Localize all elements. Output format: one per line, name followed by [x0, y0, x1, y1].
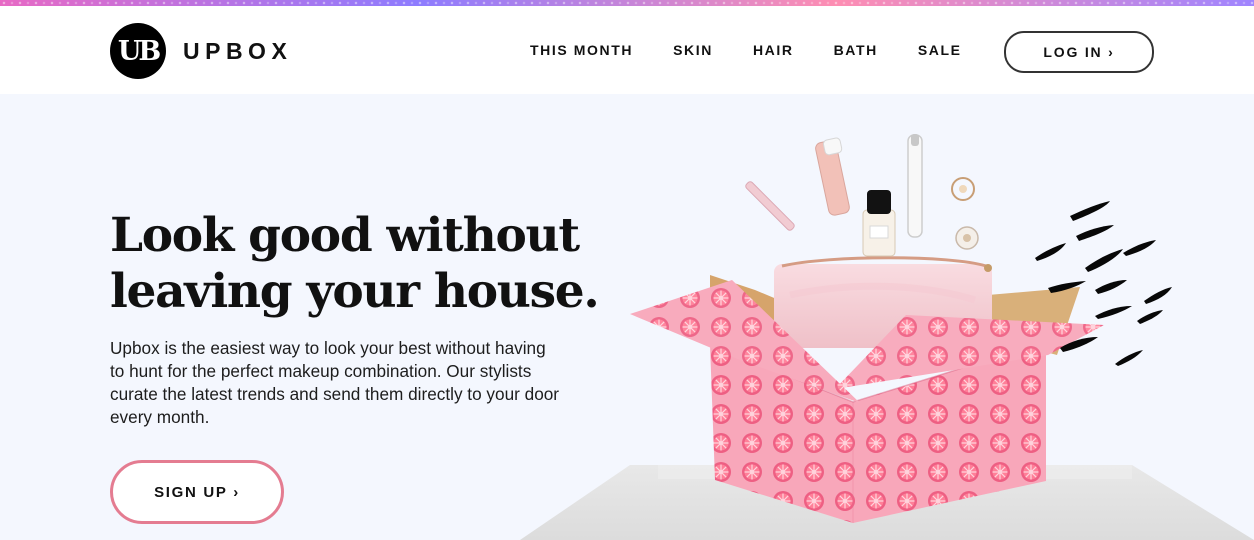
site-header: UB UPBOX THIS MONTH SKIN HAIR BATH SALE …	[0, 6, 1254, 94]
nav-bath[interactable]: BATH	[834, 42, 878, 58]
hero-description: Upbox is the easiest way to look your be…	[110, 338, 560, 427]
site-logo-link[interactable]: UB UPBOX	[110, 23, 292, 79]
nav-skin[interactable]: SKIN	[673, 42, 713, 58]
main-navigation: THIS MONTH SKIN HAIR BATH SALE	[530, 42, 962, 58]
floating-beauty-products	[745, 134, 979, 257]
tweezer-product	[745, 181, 795, 231]
logo-mark-icon: UB	[110, 23, 166, 79]
nav-this-month[interactable]: THIS MONTH	[530, 42, 633, 58]
login-button[interactable]: LOG IN ›	[1004, 31, 1154, 73]
nav-sale[interactable]: SALE	[918, 42, 962, 58]
brand-name: UPBOX	[183, 37, 293, 64]
signup-button[interactable]: SIGN UP ›	[110, 460, 284, 524]
perfume-rollerball	[907, 134, 923, 238]
nav-hair[interactable]: HAIR	[753, 42, 794, 58]
subscription-box-illustration	[520, 110, 1254, 540]
